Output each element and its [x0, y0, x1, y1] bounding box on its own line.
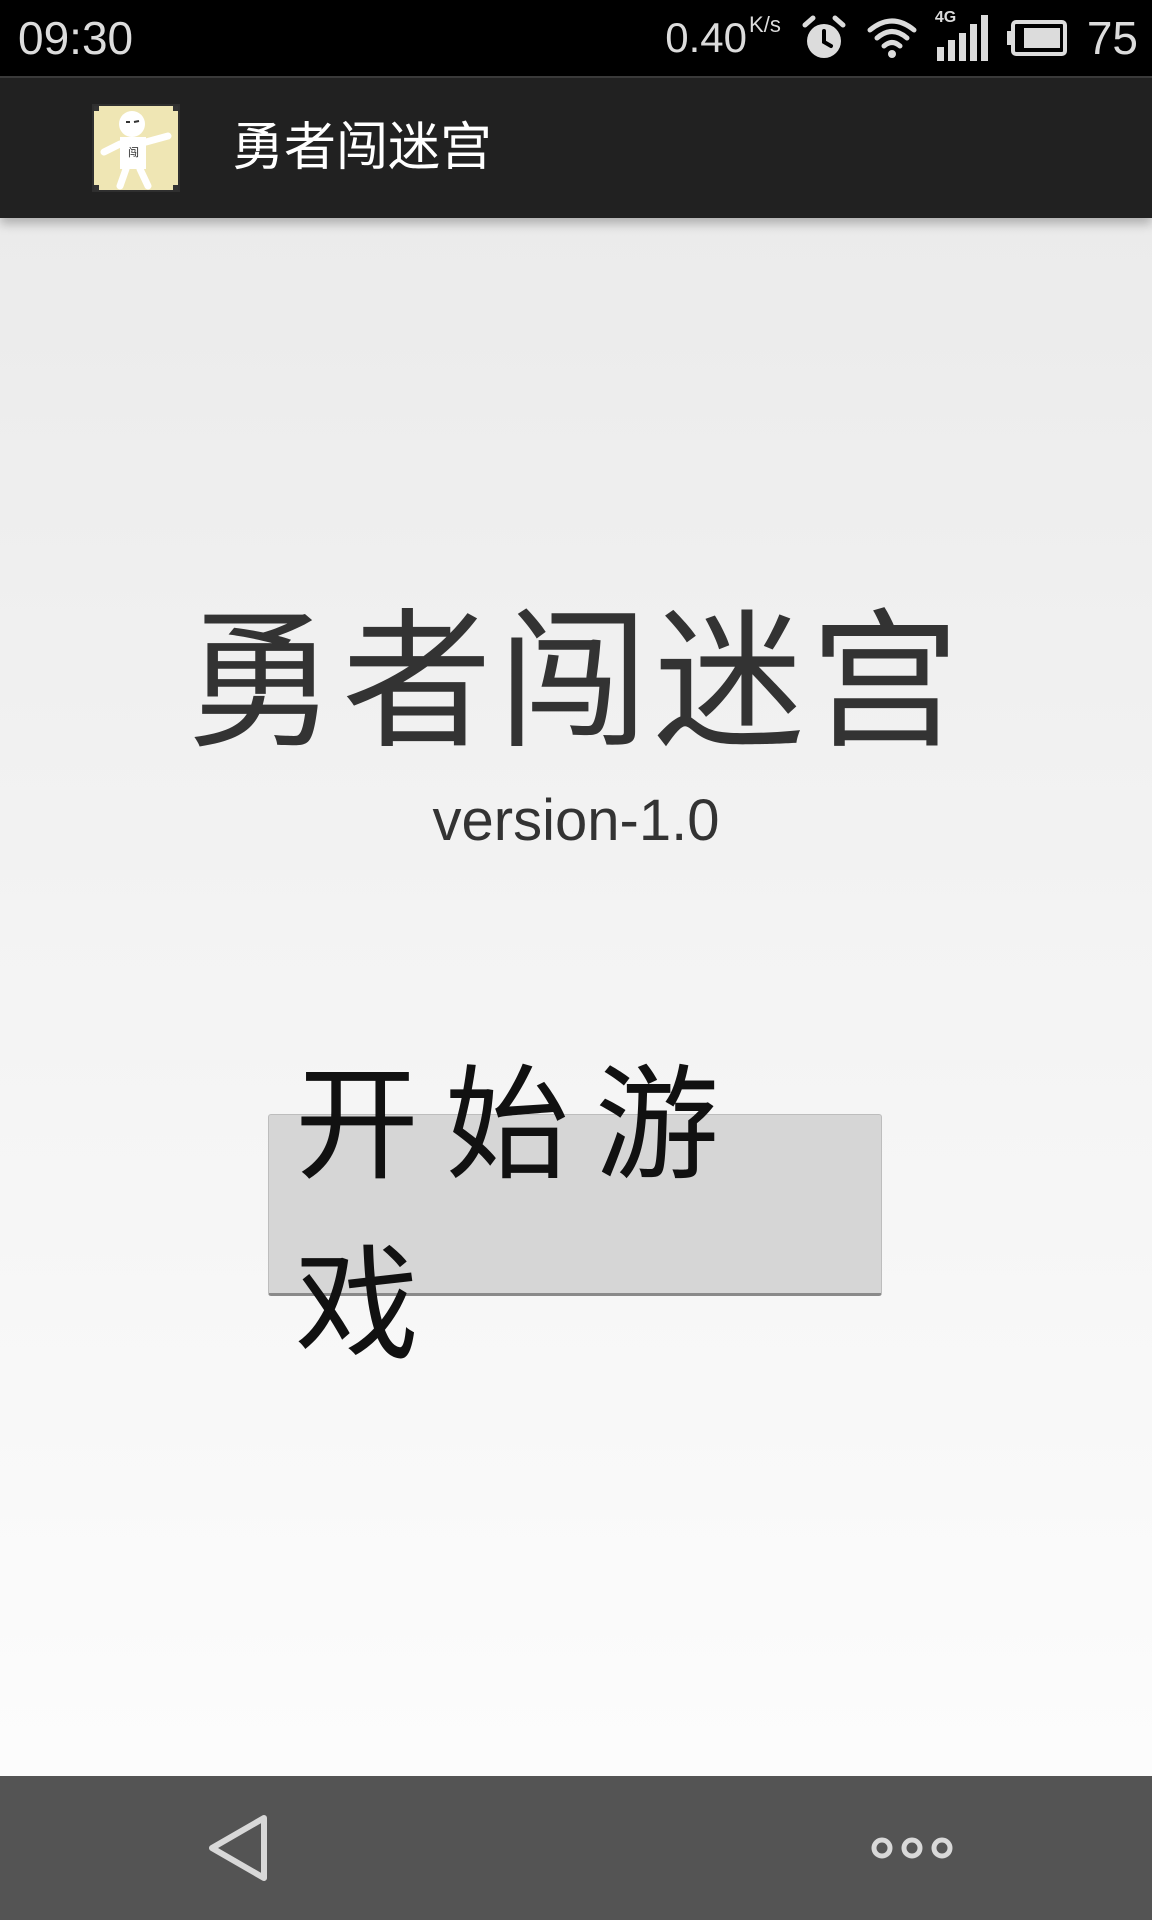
status-indicators: 0.40 K/s 4G 75: [665, 9, 1138, 66]
main-content: 勇者闯迷宫 version-1.0 开始游戏: [0, 218, 1152, 1776]
signal-icon: [936, 15, 988, 61]
action-bar-title: 勇者闯迷宫: [232, 118, 493, 178]
action-bar: 闯 勇者闯迷宫: [0, 76, 1152, 218]
back-triangle-icon[interactable]: [204, 1812, 274, 1884]
wifi-icon: [867, 18, 917, 58]
alarm-clock-icon: [802, 15, 846, 58]
navigation-bar: [0, 1776, 1152, 1920]
network-speed: 0.40 K/s: [665, 10, 781, 66]
more-dots-icon[interactable]: [868, 1828, 956, 1868]
signal-indicator: 4G: [935, 9, 989, 63]
battery-percent: 75: [1086, 12, 1138, 64]
status-time: 09:30: [18, 12, 134, 64]
app-logo-icon[interactable]: 闯: [92, 104, 180, 192]
status-bar: 09:30 0.40 K/s 4G 75: [0, 0, 1152, 76]
game-title: 勇者闯迷宫: [185, 596, 966, 770]
network-speed-value: 0.40: [665, 14, 748, 61]
version-label: version-1.0: [432, 788, 720, 853]
battery-icon: [1006, 20, 1067, 56]
app-icon-label: 闯: [128, 146, 139, 159]
start-game-button[interactable]: 开始游戏: [268, 1054, 882, 1378]
network-speed-unit: K/s: [749, 12, 781, 37]
